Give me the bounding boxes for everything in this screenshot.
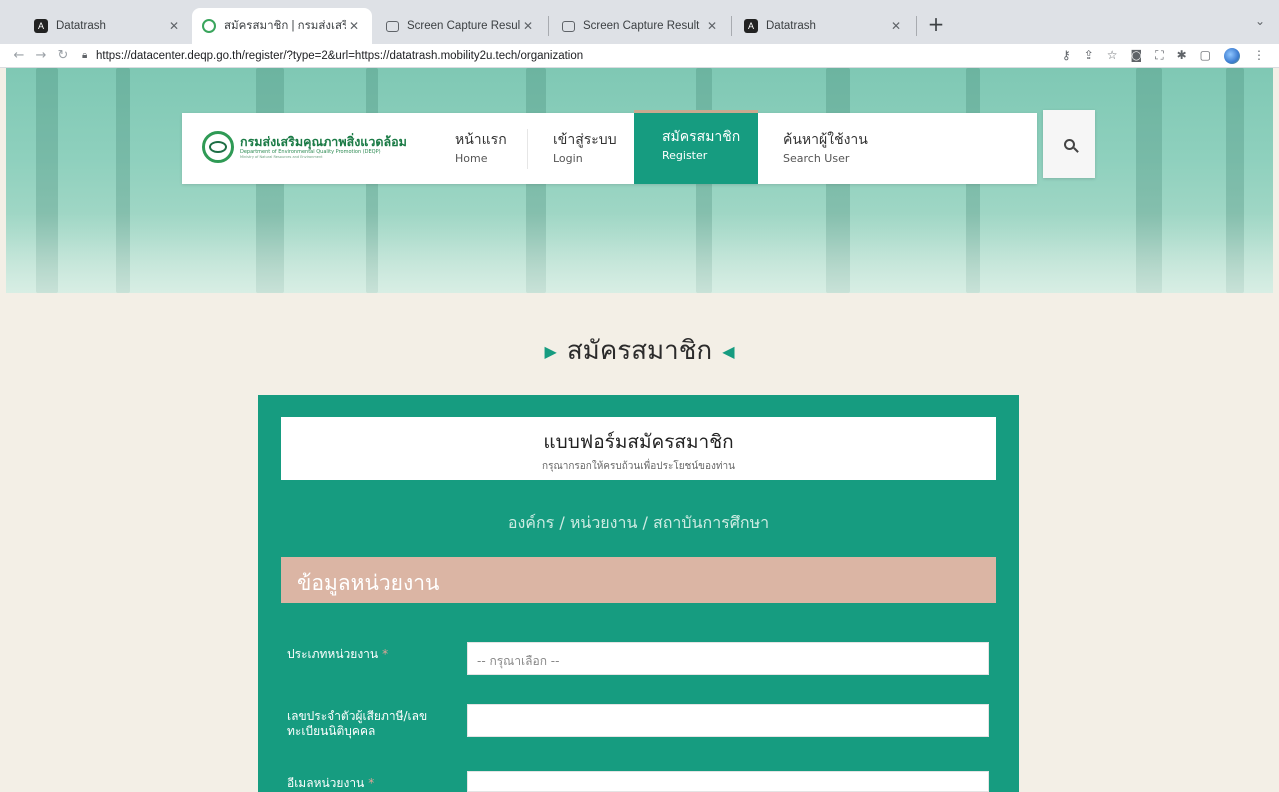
- browser-tab-datatrash-2[interactable]: A Datatrash ✕: [734, 8, 914, 44]
- sidepanel-icon[interactable]: ▢: [1200, 48, 1211, 64]
- page-title: ▶ สมัครสมาชิก ◀: [544, 336, 735, 366]
- address-bar: ← → ↻ 🔒︎ https://datacenter.deqp.go.th/r…: [0, 44, 1279, 68]
- scan-icon[interactable]: ⛶: [1155, 48, 1163, 64]
- triangle-right-icon: ▶: [544, 342, 557, 361]
- angular-icon: A: [744, 19, 758, 33]
- profile-avatar[interactable]: [1224, 48, 1240, 64]
- nav-item-register[interactable]: สมัครสมาชิก Register: [634, 110, 758, 184]
- required-mark: *: [382, 647, 389, 661]
- org-type-label: ประเภทหน่วยงาน *: [287, 647, 389, 661]
- hero-haze: [6, 213, 1273, 293]
- deqp-seal-icon: [202, 19, 216, 33]
- angular-icon: A: [34, 19, 48, 33]
- registration-form: แบบฟอร์มสมัครสมาชิก กรุณากรอกให้ครบถ้วนเ…: [258, 395, 1019, 792]
- org-email-input[interactable]: [467, 771, 989, 792]
- logo-ministry-name: Ministry of Natural Resources and Enviro…: [240, 154, 323, 159]
- nav-item-home[interactable]: หน้าแรก Home: [455, 113, 525, 184]
- search-icon: [1063, 138, 1075, 150]
- browser-toolbar: ⚷ ⇪ ☆ ◙ ⛶ ✱ ▢ ⋮: [1062, 48, 1265, 64]
- org-email-label: อีเมลหน่วยงาน *: [287, 776, 375, 790]
- section-header-org-info: ข้อมูลหน่วยงาน: [281, 557, 996, 603]
- deqp-seal-icon: [202, 131, 234, 163]
- close-icon[interactable]: ✕: [346, 19, 362, 33]
- extensions-icon[interactable]: ✱: [1177, 48, 1187, 64]
- new-tab-button[interactable]: +: [922, 10, 950, 38]
- site-navigation: กรมส่งเสริมคุณภาพสิ่งแวดล้อม Department …: [182, 110, 1037, 184]
- site-search-button[interactable]: [1043, 110, 1095, 178]
- close-icon[interactable]: ✕: [888, 19, 904, 33]
- star-icon[interactable]: ☆: [1107, 48, 1118, 64]
- nav-divider: [527, 129, 528, 169]
- nav-item-search-user[interactable]: ค้นหาผู้ใช้งาน Search User: [783, 113, 913, 184]
- share-icon[interactable]: ⇪: [1084, 48, 1094, 64]
- reload-icon[interactable]: ↻: [52, 48, 74, 63]
- org-type-select[interactable]: -- กรุณาเลือก --: [467, 642, 989, 675]
- back-arrow-icon[interactable]: ←: [8, 48, 30, 63]
- form-header: แบบฟอร์มสมัครสมาชิก กรุณากรอกให้ครบถ้วนเ…: [281, 417, 996, 480]
- camera-icon: [386, 20, 399, 32]
- browser-tab-datatrash[interactable]: A Datatrash ✕: [24, 8, 192, 44]
- camera-icon: [562, 20, 575, 32]
- browser-tab-bar: A Datatrash ✕ สมัครสมาชิก | กรมส่งเสริมค…: [0, 0, 1279, 44]
- tax-id-label: เลขประจำตัวผู้เสียภาษี/เลขทะเบียนนิติบุค…: [287, 709, 428, 738]
- triangle-left-icon: ◀: [722, 342, 735, 361]
- close-icon[interactable]: ✕: [166, 19, 182, 33]
- tab-separator: [916, 16, 917, 36]
- url-field[interactable]: https://datacenter.deqp.go.th/register/?…: [96, 50, 583, 62]
- browser-tab-capture-2[interactable]: Screen Capture Result ✕: [552, 8, 730, 44]
- required-mark: *: [368, 776, 375, 790]
- tax-id-input[interactable]: [467, 704, 989, 737]
- key-icon[interactable]: ⚷: [1062, 48, 1071, 64]
- more-icon[interactable]: ⋮: [1253, 48, 1265, 64]
- site-logo[interactable]: กรมส่งเสริมคุณภาพสิ่งแวดล้อม Department …: [202, 131, 407, 163]
- tab-separator: [548, 16, 549, 36]
- tab-separator: [731, 16, 732, 36]
- close-icon[interactable]: ✕: [704, 19, 720, 33]
- form-title: แบบฟอร์มสมัครสมาชิก: [543, 431, 734, 453]
- browser-tab-register[interactable]: สมัครสมาชิก | กรมส่งเสริมคุณภาพ ✕: [192, 8, 372, 44]
- tab-search-icon[interactable]: ⌄: [1255, 14, 1265, 28]
- close-icon[interactable]: ✕: [520, 19, 536, 33]
- camera-icon[interactable]: ◙: [1131, 48, 1143, 64]
- logo-thai-name: กรมส่งเสริมคุณภาพสิ่งแวดล้อม: [240, 133, 407, 149]
- browser-tab-capture-1[interactable]: Screen Capture Result ✕: [376, 8, 546, 44]
- nav-item-login[interactable]: เข้าสู่ระบบ Login: [553, 113, 633, 184]
- form-subtitle: กรุณากรอกให้ครบถ้วนเพื่อประโยชน์ของท่าน: [542, 461, 735, 472]
- lock-icon[interactable]: 🔒︎: [82, 50, 92, 61]
- registration-type-label: องค์กร / หน่วยงาน / สถาบันการศึกษา: [507, 513, 770, 532]
- forward-arrow-icon[interactable]: →: [30, 48, 52, 63]
